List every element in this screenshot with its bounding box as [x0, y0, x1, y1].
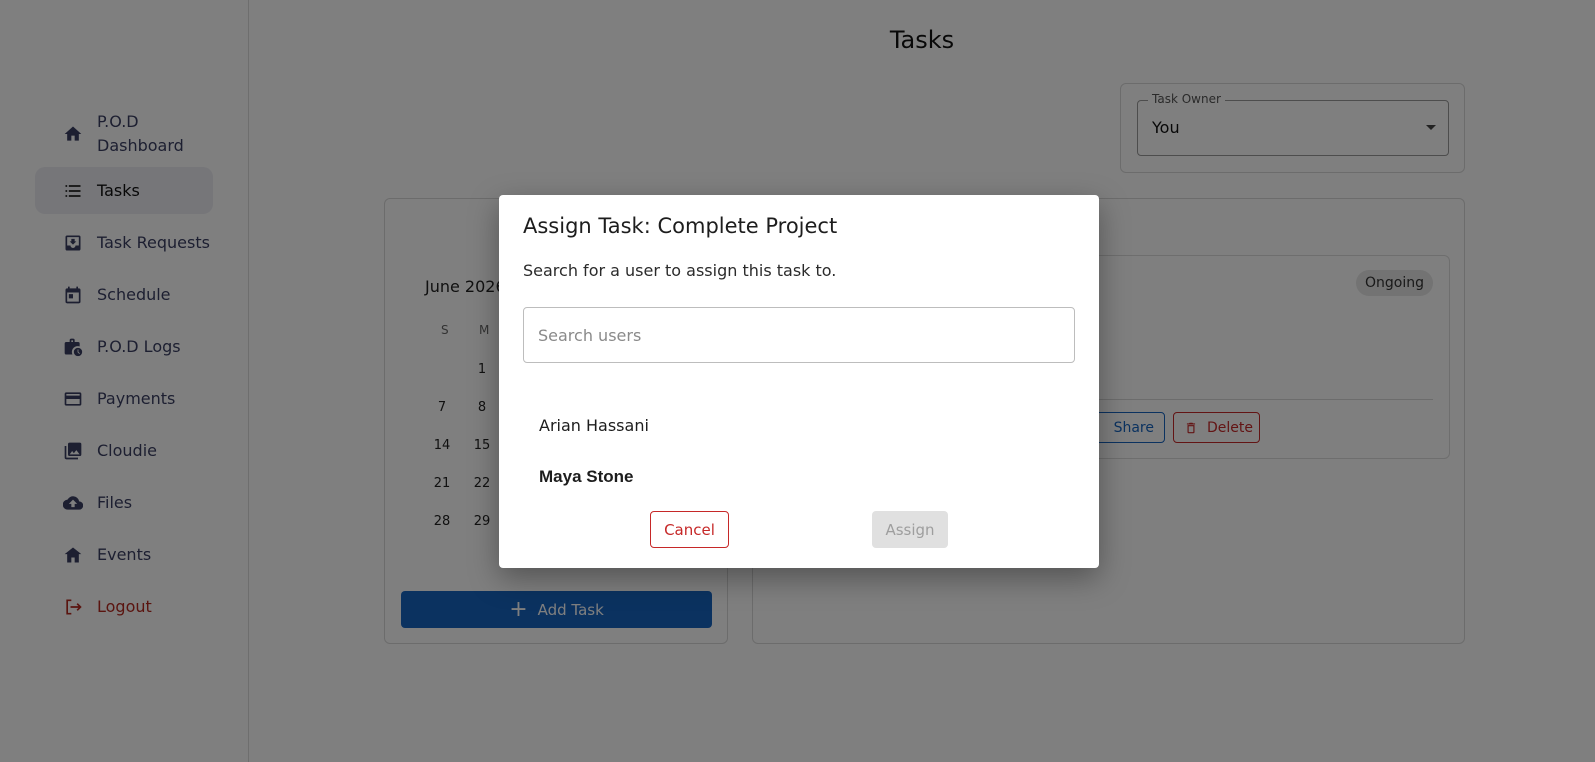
cancel-label: Cancel	[664, 520, 715, 539]
dialog-title: Assign Task: Complete Project	[523, 214, 838, 238]
dialog-subtitle: Search for a user to assign this task to…	[523, 261, 837, 280]
assign-button[interactable]: Assign	[872, 511, 948, 548]
search-users-input[interactable]	[523, 307, 1075, 363]
user-option[interactable]: Maya Stone	[523, 455, 1075, 499]
assign-label: Assign	[885, 520, 935, 539]
user-option[interactable]: Arian Hassani	[523, 403, 1075, 447]
assign-task-dialog: Assign Task: Complete Project Search for…	[499, 195, 1099, 568]
cancel-button[interactable]: Cancel	[650, 511, 729, 548]
